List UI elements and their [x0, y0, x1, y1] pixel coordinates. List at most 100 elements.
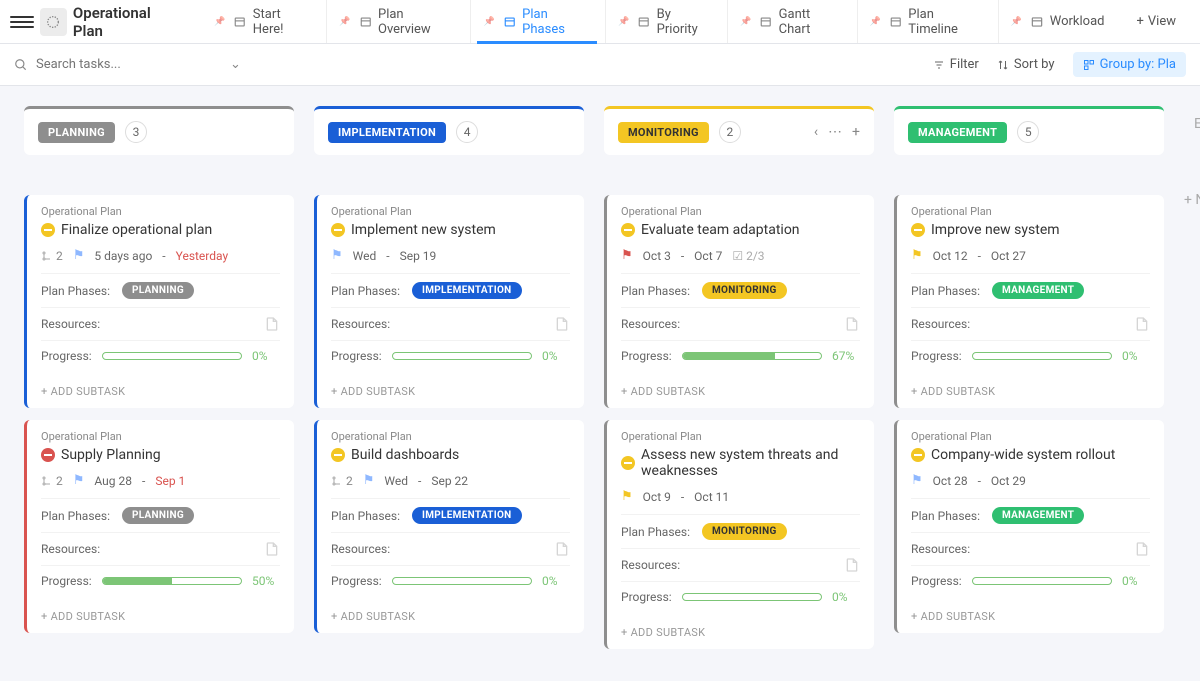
add-subtask-button[interactable]: + ADD SUBTASK [897, 600, 1164, 633]
tab-by-priority[interactable]: 📌By Priority [605, 0, 725, 43]
task-card[interactable]: Operational Plan Supply Planning 2⚑Aug 2… [24, 420, 294, 633]
status-icon[interactable] [621, 456, 635, 470]
progress-row: Progress: 0% [911, 340, 1150, 371]
menu-icon[interactable] [10, 10, 34, 34]
breadcrumb[interactable]: Operational Plan [621, 430, 860, 443]
status-icon[interactable] [331, 448, 345, 462]
phase-pill: MANAGEMENT [992, 282, 1084, 299]
collapse-icon[interactable]: ‹ [814, 124, 818, 140]
task-card[interactable]: Operational Plan Build dashboards 2⚑Wed-… [314, 420, 584, 633]
status-icon[interactable] [41, 223, 55, 237]
status-icon[interactable] [621, 223, 635, 237]
column-badge: MANAGEMENT [908, 122, 1007, 143]
add-subtask-button[interactable]: + ADD SUBTASK [27, 600, 294, 633]
add-subtask-button[interactable]: + ADD SUBTASK [317, 600, 584, 633]
progress-row: Progress: 0% [331, 340, 570, 371]
add-subtask-button[interactable]: + ADD SUBTASK [607, 616, 874, 649]
tab-workload[interactable]: 📌Workload [998, 0, 1117, 43]
subtask-count[interactable]: 2 [331, 474, 353, 488]
tab-plan-timeline[interactable]: 📌Plan Timeline [857, 0, 996, 43]
nav-tabs: 📌Start Here!📌Plan Overview📌Plan Phases📌B… [202, 0, 1116, 43]
progress-bar[interactable] [392, 352, 532, 360]
task-card[interactable]: Operational Plan Evaluate team adaptatio… [604, 195, 874, 408]
progress-bar[interactable] [972, 577, 1112, 585]
card-meta: ⚑Oct 12-Oct 27 [911, 248, 1150, 263]
document-icon[interactable] [264, 541, 280, 557]
document-icon[interactable] [554, 316, 570, 332]
more-icon[interactable]: ⋯ [828, 124, 842, 140]
progress-row: Progress: 67% [621, 340, 860, 371]
add-card-button[interactable]: + N [1184, 192, 1200, 208]
task-card[interactable]: Operational Plan Implement new system ⚑W… [314, 195, 584, 408]
add-subtask-button[interactable]: + ADD SUBTASK [317, 375, 584, 408]
add-view-button[interactable]: + View [1123, 14, 1191, 29]
tab-plan-overview[interactable]: 📌Plan Overview [326, 0, 468, 43]
column-header: IMPLEMENTATION 4 [314, 106, 584, 155]
date-start: Oct 9 [643, 490, 671, 504]
flag-icon[interactable]: ⚑ [331, 248, 343, 263]
breadcrumb[interactable]: Operational Plan [911, 430, 1150, 443]
tab-icon [759, 15, 772, 29]
task-card[interactable]: Operational Plan Finalize operational pl… [24, 195, 294, 408]
breadcrumb[interactable]: Operational Plan [911, 205, 1150, 218]
tab-plan-phases[interactable]: 📌Plan Phases [470, 0, 603, 43]
document-icon[interactable] [844, 316, 860, 332]
pin-icon: 📌 [740, 17, 751, 27]
group-by-button[interactable]: Group by: Pla [1073, 52, 1186, 77]
document-icon[interactable] [1134, 541, 1150, 557]
chevron-down-icon[interactable]: ⌄ [230, 57, 241, 72]
document-icon[interactable] [554, 541, 570, 557]
task-card[interactable]: Operational Plan Improve new system ⚑Oct… [894, 195, 1164, 408]
column-header-empty: Em [1184, 106, 1200, 142]
flag-icon[interactable]: ⚑ [621, 248, 633, 263]
tab-icon [359, 15, 372, 29]
progress-bar[interactable] [102, 577, 242, 585]
flag-icon[interactable]: ⚑ [911, 473, 923, 488]
breadcrumb[interactable]: Operational Plan [41, 205, 280, 218]
flag-icon[interactable]: ⚑ [363, 473, 375, 488]
breadcrumb[interactable]: Operational Plan [331, 430, 570, 443]
column-header: PLANNING 3 [24, 106, 294, 155]
add-subtask-button[interactable]: + ADD SUBTASK [897, 375, 1164, 408]
progress-row: Progress: 0% [911, 565, 1150, 596]
task-card[interactable]: Operational Plan Company-wide system rol… [894, 420, 1164, 633]
breadcrumb[interactable]: Operational Plan [331, 205, 570, 218]
progress-pct: 0% [832, 590, 860, 604]
search-input[interactable] [36, 57, 216, 72]
status-icon[interactable] [41, 448, 55, 462]
breadcrumb[interactable]: Operational Plan [621, 205, 860, 218]
document-icon[interactable] [264, 316, 280, 332]
subtask-count[interactable]: 2 [41, 474, 63, 488]
sort-button[interactable]: Sort by [997, 57, 1055, 72]
status-icon[interactable] [331, 223, 345, 237]
status-icon[interactable] [911, 448, 925, 462]
progress-bar[interactable] [392, 577, 532, 585]
progress-bar[interactable] [972, 352, 1112, 360]
subtask-count[interactable]: 2 [41, 249, 63, 263]
column-count: 2 [719, 121, 741, 143]
flag-icon[interactable]: ⚑ [73, 473, 85, 488]
search-box[interactable]: ⌄ [14, 57, 933, 72]
add-card-icon[interactable]: + [852, 124, 860, 140]
tab-label: Plan Timeline [908, 7, 983, 37]
document-icon[interactable] [844, 557, 860, 573]
tab-gantt-chart[interactable]: 📌Gantt Chart [727, 0, 855, 43]
pin-icon: 📌 [1011, 17, 1022, 27]
progress-bar[interactable] [682, 593, 822, 601]
progress-bar[interactable] [102, 352, 242, 360]
filter-button[interactable]: Filter [933, 57, 979, 72]
phase-row: Plan Phases: MANAGEMENT [911, 273, 1150, 307]
task-card[interactable]: Operational Plan Assess new system threa… [604, 420, 874, 649]
date-end: Oct 29 [991, 474, 1026, 488]
progress-bar[interactable] [682, 352, 822, 360]
tab-start-here-[interactable]: 📌Start Here! [202, 0, 324, 43]
status-icon[interactable] [911, 223, 925, 237]
breadcrumb[interactable]: Operational Plan [41, 430, 280, 443]
flag-icon[interactable]: ⚑ [621, 489, 633, 504]
flag-icon[interactable]: ⚑ [911, 248, 923, 263]
flag-icon[interactable]: ⚑ [73, 248, 85, 263]
card-meta: 2⚑5 days ago-Yesterday [41, 248, 280, 263]
add-subtask-button[interactable]: + ADD SUBTASK [27, 375, 294, 408]
add-subtask-button[interactable]: + ADD SUBTASK [607, 375, 874, 408]
document-icon[interactable] [1134, 316, 1150, 332]
